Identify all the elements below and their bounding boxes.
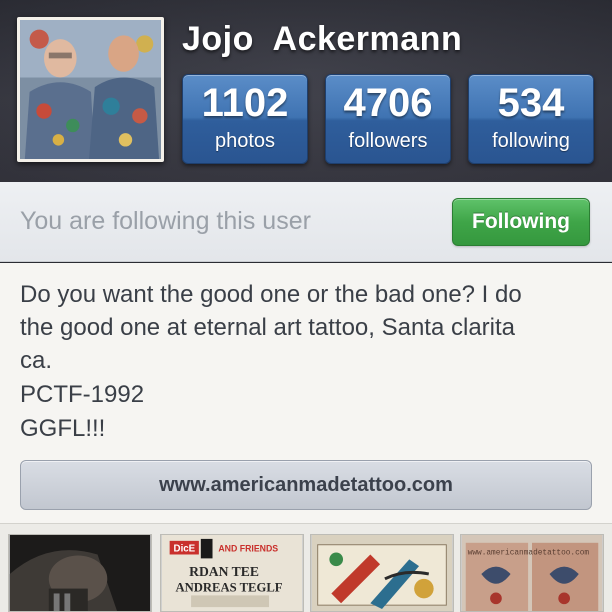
photos-label: photos bbox=[214, 130, 276, 152]
photo-icon bbox=[9, 535, 151, 611]
following-button[interactable]: Following bbox=[452, 198, 590, 246]
followers-count: 4706 bbox=[343, 81, 433, 125]
photo-thumbnail[interactable] bbox=[8, 534, 152, 612]
bio-line: ca. bbox=[20, 347, 53, 374]
username: Jojo Ackermann bbox=[182, 20, 463, 58]
photo-icon bbox=[311, 535, 453, 611]
poster-text: ANDREAS TEGLF bbox=[175, 581, 282, 595]
bio-line: Do you want the good one or the bad one?… bbox=[20, 281, 522, 308]
bio-line: the good one at eternal art tattoo, Sant… bbox=[20, 314, 515, 341]
stat-following-button[interactable]: 534 following bbox=[468, 74, 594, 164]
photo-icon: DicE AND FRIENDS RDAN TEE ANDREAS TEGLF bbox=[161, 535, 303, 611]
profile-photo-icon bbox=[20, 20, 161, 159]
poster-text: AND FRIENDS bbox=[218, 544, 278, 554]
followers-label: followers bbox=[348, 130, 428, 152]
bio-line: PCTF-1992 bbox=[20, 381, 145, 408]
photo-thumbnail[interactable] bbox=[310, 534, 454, 612]
photo-thumbnail[interactable]: DicE AND FRIENDS RDAN TEE ANDREAS TEGLF bbox=[160, 534, 304, 612]
poster-text: RDAN TEE bbox=[189, 564, 259, 579]
website-link-button[interactable]: www.americanmadetattoo.com bbox=[20, 460, 592, 510]
photo-thumbnail[interactable]: www.americanmadetattoo.com bbox=[460, 534, 604, 612]
following-label: following bbox=[492, 130, 570, 152]
stat-photos-button[interactable]: 1102 photos bbox=[182, 74, 308, 164]
watermark-text: www.americanmadetattoo.com bbox=[468, 549, 590, 557]
photo-icon: www.americanmadetattoo.com bbox=[461, 535, 603, 611]
bio-line: GGFL!!! bbox=[20, 415, 106, 442]
poster-text: DicE bbox=[174, 544, 196, 555]
stat-followers-button[interactable]: 4706 followers bbox=[325, 74, 451, 164]
photos-count: 1102 bbox=[201, 81, 289, 125]
avatar[interactable] bbox=[17, 17, 164, 162]
following-count: 534 bbox=[497, 81, 565, 125]
follow-status-text: You are following this user bbox=[20, 207, 311, 235]
